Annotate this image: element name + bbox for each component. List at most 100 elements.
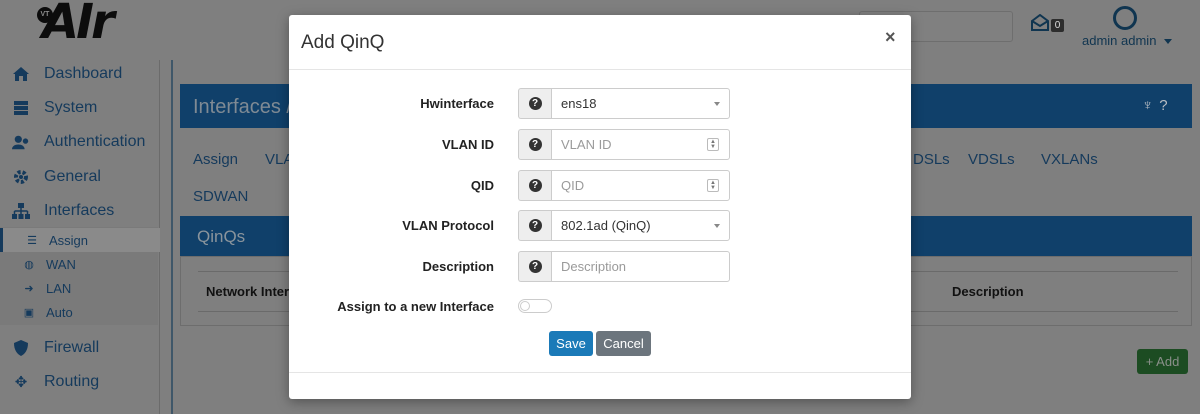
spinner-icon[interactable]: ▲ ▼: [707, 179, 719, 192]
help-icon: ?: [528, 179, 542, 192]
arrows-icon: ✥: [14, 374, 28, 391]
sidebar-item-system[interactable]: System: [0, 93, 160, 123]
description-label: Description: [422, 259, 494, 274]
help-button[interactable]: ?: [518, 129, 551, 160]
modal-footer-divider: [289, 372, 911, 373]
hwinterface-select[interactable]: ens18: [551, 88, 730, 119]
description-input[interactable]: Description: [551, 251, 730, 282]
sidebar-item-dashboard[interactable]: Dashboard: [0, 59, 160, 89]
cancel-button[interactable]: Cancel: [596, 331, 651, 356]
tab-dsls[interactable]: DSLs: [913, 151, 950, 168]
sidebar-item-label: Interfaces: [44, 202, 115, 219]
help-button[interactable]: ?: [518, 170, 551, 201]
sidebar-subitem-auto[interactable]: ▣ Auto: [0, 300, 160, 324]
help-button[interactable]: ?: [518, 88, 551, 119]
mail-icon[interactable]: [1030, 14, 1050, 32]
help-button[interactable]: ?: [518, 251, 551, 282]
home-icon: [12, 65, 30, 83]
sidebar-subitem-label: LAN: [46, 280, 72, 296]
hwinterface-value: ens18: [561, 96, 597, 111]
chevron-down-icon: [714, 224, 720, 228]
qid-input[interactable]: QID ▲ ▼: [551, 170, 730, 201]
table-header-network-interface[interactable]: Network Interf: [206, 284, 293, 299]
page-title: Interfaces /: [193, 96, 292, 118]
save-button[interactable]: Save: [549, 331, 593, 356]
shield-icon: [12, 339, 30, 357]
vlan-id-input[interactable]: VLAN ID ▲ ▼: [551, 129, 730, 160]
sign-in-icon: ➜: [24, 282, 34, 295]
vlan-id-placeholder: VLAN ID: [561, 137, 612, 152]
description-row: Description ? Description: [289, 251, 911, 282]
content-divider: [171, 60, 173, 414]
sidebar-subitem-label: Assign: [49, 232, 89, 248]
sidebar-subitem-label: Auto: [46, 304, 73, 320]
logo-text: AIr: [42, 0, 115, 50]
sidebar-subitem-wan[interactable]: ◍ WAN: [0, 252, 160, 276]
modal-header: Add QinQ ×: [289, 15, 911, 70]
modal-title: Add QinQ: [301, 32, 385, 53]
mail-count-badge: 0: [1051, 19, 1064, 32]
user-menu[interactable]: admin admin: [1082, 33, 1173, 48]
tab-vdsls[interactable]: VDSLs: [968, 151, 1015, 168]
qid-placeholder: QID: [561, 178, 585, 193]
add-qinq-dialog: Add QinQ × Hwinterface ? ens18 VLAN ID ?…: [289, 15, 911, 399]
help-icon: ?: [528, 219, 542, 232]
assign-new-interface-toggle[interactable]: [518, 299, 552, 313]
sidebar-item-label: General: [44, 168, 101, 185]
sidebar-item-firewall[interactable]: Firewall: [0, 333, 160, 363]
user-name: admin admin: [1082, 33, 1157, 48]
help-button[interactable]: ?: [518, 210, 551, 241]
qid-label: QID: [470, 178, 494, 193]
vlan-protocol-label: VLAN Protocol: [402, 218, 494, 233]
globe-icon: ◍: [24, 258, 34, 271]
box-icon: ▣: [23, 306, 35, 319]
list-icon: ☰: [27, 234, 37, 247]
help-icon: ?: [528, 97, 542, 110]
sidebar-item-label: Dashboard: [44, 65, 123, 82]
hwinterface-row: Hwinterface ? ens18: [289, 88, 911, 119]
add-button[interactable]: + Add: [1137, 349, 1188, 374]
vlan-protocol-select[interactable]: 802.1ad (QinQ): [551, 210, 730, 241]
vlan-id-label: VLAN ID: [442, 137, 494, 152]
panel-title: QinQs: [197, 227, 246, 246]
assign-new-interface-row: Assign to a new Interface: [289, 291, 911, 322]
avatar[interactable]: [1113, 6, 1137, 30]
table-header-description[interactable]: Description: [952, 284, 1024, 299]
sidebar-item-general[interactable]: General: [0, 162, 160, 192]
stethoscope-icon[interactable]: ♆: [1142, 97, 1159, 114]
tab-sdwan[interactable]: SDWAN: [193, 188, 248, 205]
close-icon[interactable]: ×: [885, 27, 896, 48]
vlan-protocol-value: 802.1ad (QinQ): [561, 218, 651, 233]
server-icon: [12, 99, 30, 117]
assign-new-interface-label: Assign to a new Interface: [337, 299, 494, 314]
sidebar-item-interfaces[interactable]: Interfaces: [0, 196, 160, 226]
sidebar-item-routing[interactable]: ✥ Routing: [0, 367, 160, 397]
hwinterface-label: Hwinterface: [420, 96, 494, 111]
sidebar-subitem-label: WAN: [46, 256, 76, 272]
sidebar-subitem-assign[interactable]: ☰ Assign: [0, 228, 160, 252]
gear-icon: [12, 168, 30, 186]
users-icon: [12, 133, 30, 151]
vlan-protocol-row: VLAN Protocol ? 802.1ad (QinQ): [289, 210, 911, 241]
tab-vxlans[interactable]: VXLANs: [1041, 151, 1098, 168]
help-icon: ?: [528, 138, 542, 151]
help-icon[interactable]: ?: [1159, 97, 1173, 114]
tab-assign[interactable]: Assign: [193, 151, 238, 168]
sidebar-item-label: System: [44, 99, 98, 116]
vlan-id-row: VLAN ID ? VLAN ID ▲ ▼: [289, 129, 911, 160]
sidebar-item-label: Authentication: [44, 133, 146, 150]
header-actions[interactable]: ♆?: [1142, 97, 1174, 114]
sidebar-item-label: Routing: [44, 373, 100, 390]
sidebar-item-label: Firewall: [44, 339, 100, 356]
chevron-down-icon: [714, 102, 720, 106]
sitemap-icon: [12, 202, 30, 220]
brand-logo[interactable]: VT AIr: [32, 0, 142, 50]
description-placeholder: Description: [561, 259, 627, 274]
sidebar-item-authentication[interactable]: Authentication: [0, 127, 160, 157]
help-icon: ?: [528, 260, 542, 273]
sidebar-subitem-lan[interactable]: ➜ LAN: [0, 276, 160, 300]
spinner-icon[interactable]: ▲ ▼: [707, 138, 719, 151]
qid-row: QID ? QID ▲ ▼: [289, 170, 911, 201]
toggle-knob: [520, 301, 530, 311]
chevron-down-icon: [1164, 39, 1173, 45]
